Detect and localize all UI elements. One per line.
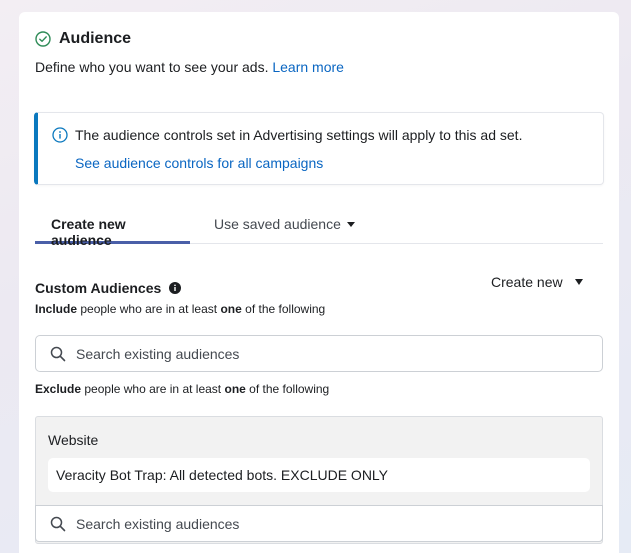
exclude-group-label: Website [48,432,99,448]
include-bold: one [220,302,242,316]
custom-audiences-heading: Custom Audiences [35,280,182,296]
tab-create-new-audience[interactable]: Create new audience [35,216,190,248]
tab-label: Create new audience [51,216,126,248]
tab-use-saved-audience[interactable]: Use saved audience [214,216,355,244]
search-placeholder: Search existing audiences [76,345,240,362]
exclude-prefix: Exclude [35,382,82,396]
search-placeholder: Search existing audiences [76,515,240,532]
info-icon [52,127,68,143]
caret-down-icon [346,222,355,227]
section-description: Define who you want to see your ads. Lea… [35,59,344,75]
section-title: Audience [59,30,132,47]
info-filled-icon[interactable] [169,282,182,294]
audience-controls-link[interactable]: See audience controls for all campaigns [75,155,323,171]
exclude-search-input[interactable]: Search existing audiences [35,505,603,542]
exclude-middle: people who are in at least [84,382,222,396]
learn-more-link[interactable]: Learn more [272,59,344,75]
search-icon [50,346,66,362]
audience-tabs: Create new audience Use saved audience [35,212,603,248]
audience-card: Audience Define who you want to see your… [19,12,619,553]
custom-audiences-title: Custom Audiences [35,280,162,296]
caret-down-icon [574,279,583,285]
create-new-dropdown[interactable]: Create new [491,274,583,290]
include-middle: people who are in at least [80,302,218,316]
include-rule: Include people who are in at least one o… [35,302,325,316]
notice-text: The audience controls set in Advertising… [75,127,523,143]
exclude-suffix: of the following [249,382,330,396]
exclude-rule: Exclude people who are in at least one o… [35,382,329,396]
description-text: Define who you want to see your ads. [35,59,269,75]
check-circle-icon [35,31,51,47]
excluded-audience-item[interactable]: Veracity Bot Trap: All detected bots. EX… [48,458,590,492]
include-search-input[interactable]: Search existing audiences [35,335,603,372]
exclude-audience-box: Website Veracity Bot Trap: All detected … [35,416,603,544]
include-prefix: Include [35,302,78,316]
audience-controls-notice: The audience controls set in Advertising… [34,112,604,185]
tab-label: Use saved audience [214,216,341,232]
create-new-label: Create new [491,274,563,290]
section-header: Audience [35,30,131,48]
exclude-bold: one [224,382,246,396]
search-icon [50,516,66,532]
include-suffix: of the following [245,302,326,316]
